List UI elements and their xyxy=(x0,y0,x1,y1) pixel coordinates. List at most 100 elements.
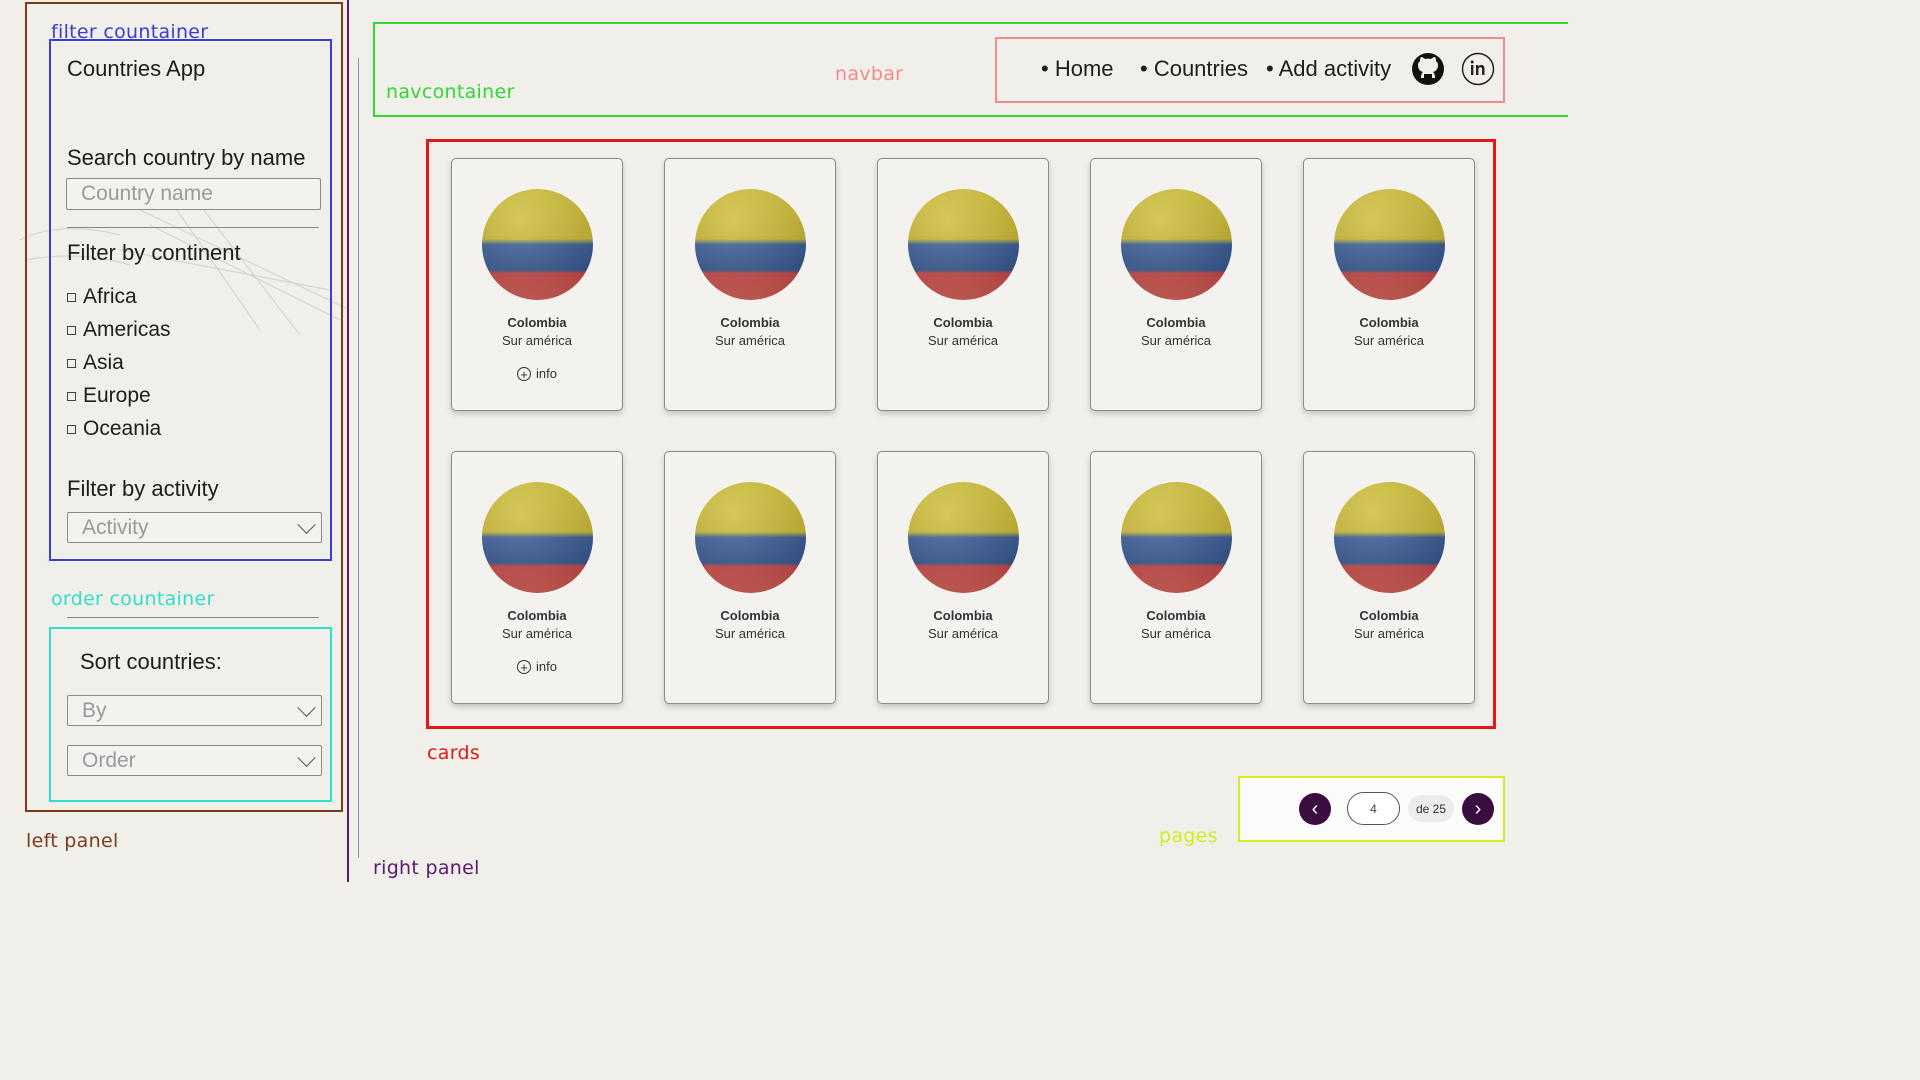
country-name: Colombia xyxy=(1146,315,1206,330)
country-region: Sur américa xyxy=(1353,626,1425,641)
search-input[interactable]: Country name xyxy=(66,178,321,210)
chevron-left-icon: ‹ xyxy=(1311,797,1319,820)
sort-order-select[interactable]: Order xyxy=(67,745,322,776)
country-name: Colombia xyxy=(507,315,567,330)
checkbox[interactable] xyxy=(67,358,76,368)
chevron-down-icon xyxy=(297,515,316,534)
country-region: Sur américa xyxy=(501,626,573,641)
activity-select-value: Activity xyxy=(82,515,149,539)
country-region: Sur américa xyxy=(501,333,573,348)
search-divider xyxy=(67,227,319,228)
country-card[interactable]: Colombia Sur américa + info xyxy=(451,158,623,411)
country-card[interactable]: Colombia Sur américa xyxy=(877,158,1049,411)
country-card[interactable]: Colombia Sur américa xyxy=(664,451,836,704)
prev-page-button[interactable]: ‹ xyxy=(1299,793,1331,825)
nav-item-home[interactable]: • Home xyxy=(1041,56,1114,82)
checkbox[interactable] xyxy=(67,292,76,302)
colombia-flag-image xyxy=(482,482,593,593)
continent-option-africa[interactable]: Africa xyxy=(67,285,137,309)
chevron-right-icon: › xyxy=(1474,797,1482,820)
country-region: Sur américa xyxy=(714,333,786,348)
continent-label: Africa xyxy=(83,285,137,308)
country-name: Colombia xyxy=(507,608,567,623)
sort-by-select[interactable]: By xyxy=(67,695,322,726)
country-name: Colombia xyxy=(720,315,780,330)
country-card[interactable]: Colombia Sur américa xyxy=(664,158,836,411)
chevron-down-icon xyxy=(297,698,316,717)
country-name: Colombia xyxy=(933,315,993,330)
continent-option-oceania[interactable]: Oceania xyxy=(67,417,161,441)
continent-label: Europe xyxy=(83,384,151,407)
country-region: Sur américa xyxy=(1353,333,1425,348)
colombia-flag-image xyxy=(908,189,1019,300)
country-name: Colombia xyxy=(1359,608,1419,623)
app-title: Countries App xyxy=(67,56,206,81)
sort-by-value: By xyxy=(82,698,107,722)
search-placeholder: Country name xyxy=(81,182,213,205)
right-panel-label: right panel xyxy=(373,857,480,879)
colombia-flag-image xyxy=(1334,189,1445,300)
country-name: Colombia xyxy=(933,608,993,623)
colombia-flag-image xyxy=(1334,482,1445,593)
checkbox[interactable] xyxy=(67,391,76,401)
continent-option-asia[interactable]: Asia xyxy=(67,351,124,375)
order-container-label: order countainer xyxy=(51,588,215,610)
nav-container-label: navcontainer xyxy=(386,81,515,103)
total-pages-text: de 25 xyxy=(1415,801,1447,816)
country-region: Sur américa xyxy=(1140,333,1212,348)
nav-home-label: Home xyxy=(1054,56,1114,81)
country-name: Colombia xyxy=(720,608,780,623)
colombia-flag-image xyxy=(482,189,593,300)
pages-label: pages xyxy=(1159,825,1218,847)
nav-item-add-activity[interactable]: • Add activity xyxy=(1266,56,1391,82)
continent-label: Oceania xyxy=(83,417,162,440)
sort-order-value: Order xyxy=(82,748,136,772)
panel-separator xyxy=(358,58,359,858)
next-page-button[interactable]: › xyxy=(1462,793,1494,825)
info-label: info xyxy=(536,659,557,674)
continent-label: Asia xyxy=(83,351,124,374)
plus-circle-icon: + xyxy=(517,659,532,674)
country-region: Sur américa xyxy=(927,333,999,348)
activity-filter-label: Filter by activity xyxy=(67,476,219,501)
country-card[interactable]: Colombia Sur américa xyxy=(1303,158,1475,411)
info-button[interactable]: + info xyxy=(452,366,622,381)
continent-option-americas[interactable]: Americas xyxy=(67,318,171,342)
activity-select[interactable]: Activity xyxy=(67,512,322,543)
nav-countries-label: Countries xyxy=(1153,56,1248,81)
github-icon[interactable] xyxy=(1411,52,1445,86)
checkbox[interactable] xyxy=(67,424,76,434)
info-button[interactable]: + info xyxy=(452,659,622,674)
navbar-label: navbar xyxy=(835,63,904,85)
continent-label: Americas xyxy=(83,318,171,341)
nav-add-activity-label: Add activity xyxy=(1278,56,1392,81)
current-page-input[interactable]: 4 xyxy=(1347,792,1400,825)
country-name: Colombia xyxy=(1146,608,1206,623)
right-panel-border xyxy=(347,0,349,882)
cards-label: cards xyxy=(427,742,481,764)
country-card[interactable]: Colombia Sur américa xyxy=(1090,451,1262,704)
bullet: • xyxy=(1140,56,1154,81)
colombia-flag-image xyxy=(695,189,806,300)
left-panel-label: left panel xyxy=(26,830,119,852)
country-card[interactable]: Colombia Sur américa + info xyxy=(451,451,623,704)
bullet: • xyxy=(1266,56,1279,81)
linkedin-icon[interactable] xyxy=(1461,52,1495,86)
country-region: Sur américa xyxy=(927,626,999,641)
continent-filter-label: Filter by continent xyxy=(67,240,241,265)
plus-circle-icon: + xyxy=(517,366,532,381)
country-card[interactable]: Colombia Sur américa xyxy=(1090,158,1262,411)
country-region: Sur américa xyxy=(1140,626,1212,641)
checkbox[interactable] xyxy=(67,325,76,335)
country-name: Colombia xyxy=(1359,315,1419,330)
total-pages: de 25 xyxy=(1408,795,1454,822)
nav-item-countries[interactable]: • Countries xyxy=(1140,56,1248,82)
colombia-flag-image xyxy=(1121,482,1232,593)
country-card[interactable]: Colombia Sur américa xyxy=(1303,451,1475,704)
bullet: • xyxy=(1041,56,1055,81)
continent-option-europe[interactable]: Europe xyxy=(67,384,151,408)
country-region: Sur américa xyxy=(714,626,786,641)
search-label: Search country by name xyxy=(67,145,306,170)
country-card[interactable]: Colombia Sur américa xyxy=(877,451,1049,704)
colombia-flag-image xyxy=(695,482,806,593)
